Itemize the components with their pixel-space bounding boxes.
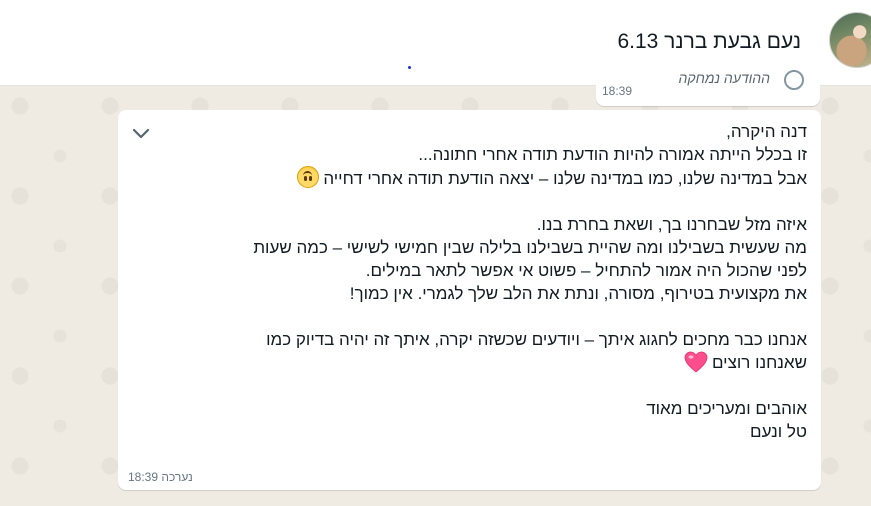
deleted-icon bbox=[784, 70, 804, 90]
message-text: דנה היקרה, זו בכלל הייתה אמורה להיות הוד… bbox=[127, 120, 807, 443]
message-line-text: אבל במדינה שלנו, כמו במדינה שלנו – יצאה … bbox=[323, 169, 807, 188]
message-line: דנה היקרה, bbox=[726, 122, 807, 141]
message-line-text: שאנחנו רוצים bbox=[711, 353, 807, 372]
upside-down-face-icon bbox=[297, 166, 320, 188]
message-line: אנחנו כבר מחכים לחגוג איתך – ויודעים שכש… bbox=[266, 330, 807, 349]
contact-name[interactable]: נעם גבעת ברנר 6.13 bbox=[617, 30, 801, 54]
message-time: 18:39 bbox=[128, 470, 159, 484]
message-line: לפני שהכול היה אמור להתחיל – פשוט אי אפש… bbox=[365, 261, 807, 280]
previous-message-time: 18:39 bbox=[602, 84, 633, 98]
message-line: איזה מזל שבחרנו בך, ושאת בחרת בנו. bbox=[536, 215, 807, 234]
message-line: זו בכלל הייתה אמורה להיות הודעת תודה אחר… bbox=[418, 145, 807, 164]
message-bubble[interactable]: דנה היקרה, זו בכלל הייתה אמורה להיות הוד… bbox=[118, 110, 821, 490]
previous-message-bubble[interactable]: ההודעה נמחקה 18:39 bbox=[596, 68, 820, 106]
message-line: שאנחנו רוצים bbox=[127, 351, 807, 374]
message-line: מה שעשית בשבילנו ומה שהיית בשבילנו בלילה… bbox=[253, 238, 807, 257]
pink-heart-icon bbox=[684, 351, 708, 373]
contact-avatar[interactable] bbox=[829, 12, 871, 68]
cursor-dot bbox=[408, 66, 411, 69]
edited-label: נערכה bbox=[161, 470, 193, 484]
message-line: אוהבים ומעריכים מאוד bbox=[646, 399, 807, 418]
message-line: טל ונעם bbox=[750, 422, 807, 441]
message-line: את מקצועית בטירוף, מסורה, ונתת את הלב של… bbox=[349, 284, 807, 303]
chat-window: נעם גבעת ברנר 6.13 ההודעה נמחקה 18:39 דנ… bbox=[0, 0, 871, 506]
previous-message-text: ההודעה נמחקה bbox=[678, 70, 770, 86]
message-line: אבל במדינה שלנו, כמו במדינה שלנו – יצאה … bbox=[127, 166, 807, 190]
message-meta: נערכה 18:39 bbox=[128, 470, 193, 484]
